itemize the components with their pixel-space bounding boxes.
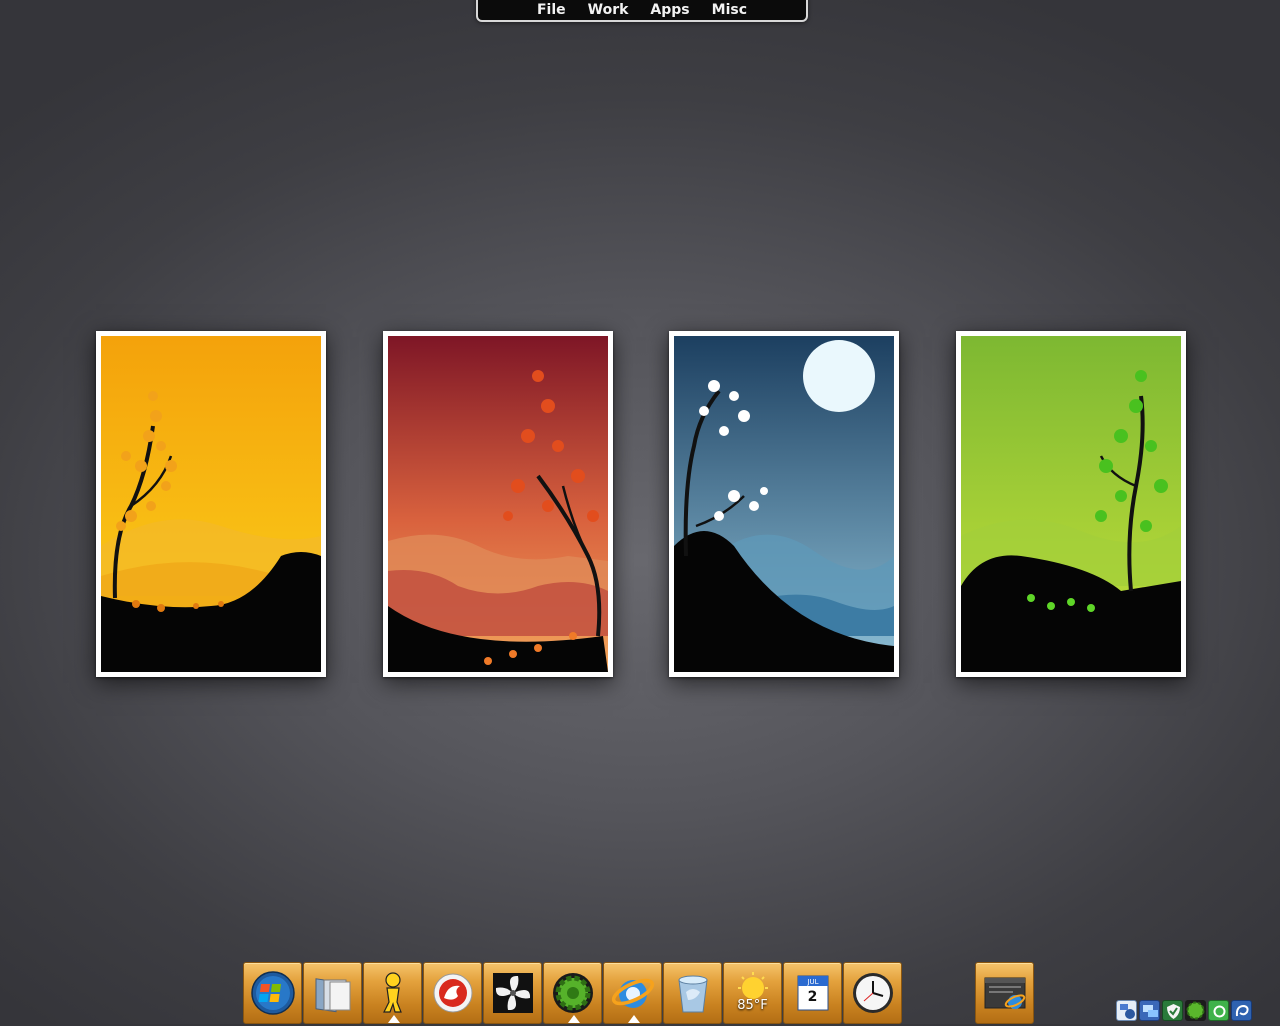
windows-start-icon [250,971,295,1015]
dock-item-weather[interactable]: 85°F [723,962,782,1024]
menu-apps[interactable]: Apps [650,0,689,18]
green-square-icon[interactable] [1208,1000,1229,1021]
dock-item-fan[interactable] [483,962,542,1024]
dock-item-clock[interactable] [843,962,902,1024]
autumn-yellow-scene [101,336,321,672]
top-menu-bar: File Work Apps Misc [476,0,808,22]
dock-item-ie[interactable] [603,962,662,1024]
internet-explorer-icon [611,978,654,1008]
monitor-icon[interactable] [1139,1000,1160,1021]
ie-window-icon [984,977,1025,1009]
recycle-bin-icon [677,975,708,1013]
folders-icon [315,978,350,1013]
weather-temperature: 85°F [737,998,768,1013]
dock-item-folders[interactable] [303,962,362,1024]
shield-icon[interactable] [1162,1000,1183,1021]
calendar-month: JUL [806,978,818,986]
dock-item-ie-window[interactable] [975,962,1034,1024]
aim-buddy-icon [382,972,402,1013]
dock: 85°F JUL 2 [243,962,902,1024]
running-indicator [568,1015,580,1023]
gear-icon [552,973,593,1013]
menu-work[interactable]: Work [588,0,629,18]
menu-file[interactable]: File [537,0,566,18]
wallpaper-spring-green [956,331,1186,677]
network-icon[interactable] [1116,1000,1137,1021]
fan-icon [492,973,533,1013]
running-indicator [628,1015,640,1023]
firefox-icon [433,973,472,1013]
autumn-red-scene [388,336,608,672]
dock-item-aim[interactable] [363,962,422,1024]
dock-item-calendar[interactable]: JUL 2 [783,962,842,1024]
wallpaper-autumn-red [383,331,613,677]
dock-item-recycle-bin[interactable] [663,962,722,1024]
blue-swirl-icon[interactable] [1231,1000,1252,1021]
wallpaper-autumn-yellow [96,331,326,677]
green-orb-icon[interactable] [1185,1000,1206,1021]
spring-green-scene [961,336,1181,672]
clock-icon [852,973,893,1013]
menu-misc[interactable]: Misc [712,0,747,18]
dock-item-gear[interactable] [543,962,602,1024]
wallpaper-winter-night [669,331,899,677]
dock-item-firefox[interactable] [423,962,482,1024]
dock-item-start[interactable] [243,962,302,1024]
system-tray [1116,1000,1252,1021]
winter-night-scene [674,336,894,672]
running-indicator [388,1015,400,1023]
calendar-day: 2 [807,989,818,1005]
